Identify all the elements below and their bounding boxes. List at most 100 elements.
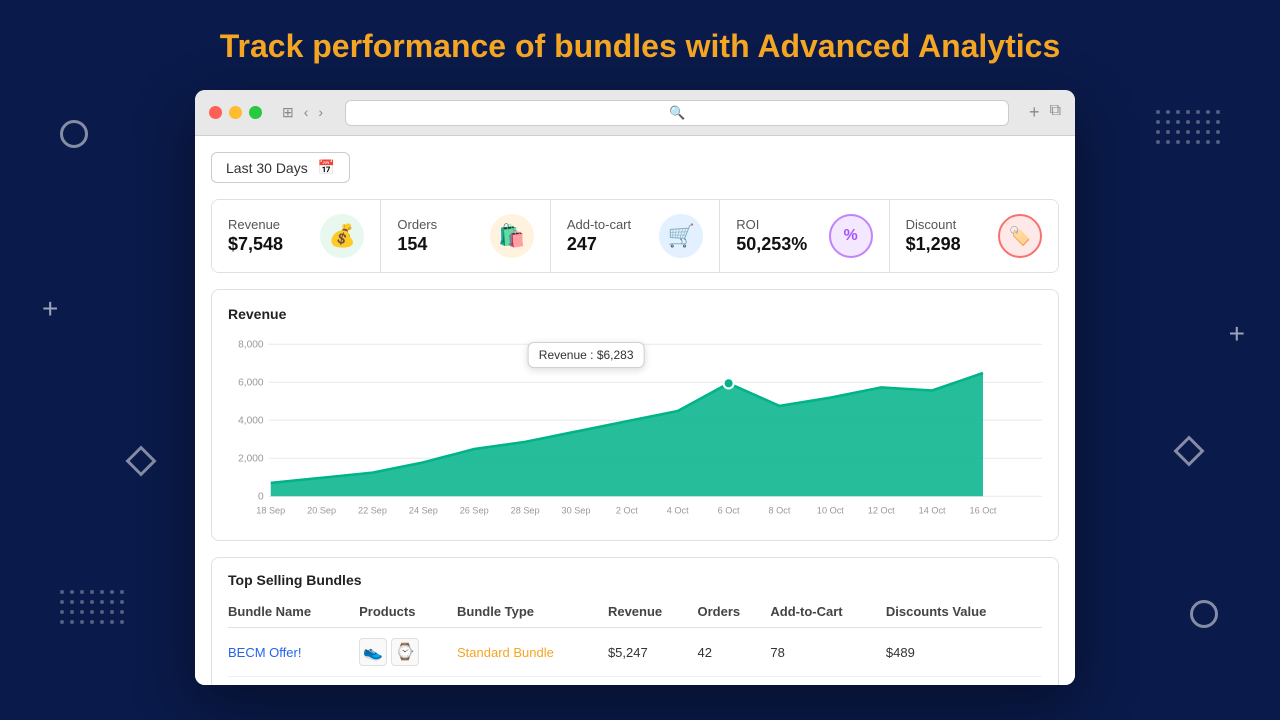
svg-text:2 Oct: 2 Oct bbox=[616, 506, 638, 516]
svg-text:8 Oct: 8 Oct bbox=[769, 506, 791, 516]
svg-text:18 Sep: 18 Sep bbox=[256, 506, 285, 516]
col-products: Products bbox=[359, 598, 457, 628]
stat-info-add-to-cart: Add-to-cart 247 bbox=[567, 217, 631, 255]
svg-text:10 Oct: 10 Oct bbox=[817, 506, 844, 516]
col-orders: Orders bbox=[698, 598, 771, 628]
stat-label-orders: Orders bbox=[397, 217, 437, 232]
stat-card-orders: Orders 154 🛍️ bbox=[381, 200, 550, 272]
product-icon-watch: ⌚ bbox=[391, 638, 419, 666]
svg-text:22 Sep: 22 Sep bbox=[358, 506, 387, 516]
stat-label-discount: Discount bbox=[906, 217, 961, 232]
circle-decoration-1 bbox=[60, 120, 88, 148]
svg-text:28 Sep: 28 Sep bbox=[511, 506, 540, 516]
bundle-products-cell: 👟 ⌚ bbox=[359, 628, 457, 677]
calendar-icon: 📅 bbox=[318, 159, 335, 176]
chart-title: Revenue bbox=[228, 306, 1042, 322]
bundle-name-link[interactable]: BECM Offer! bbox=[228, 645, 301, 660]
top-bundles-title: Top Selling Bundles bbox=[228, 572, 1042, 588]
svg-text:16 Oct: 16 Oct bbox=[970, 506, 997, 516]
svg-text:2,000: 2,000 bbox=[238, 453, 264, 464]
svg-text:4 Oct: 4 Oct bbox=[667, 506, 689, 516]
chart-container: 8,000 6,000 4,000 2,000 0 18 Sep 20 Sep … bbox=[228, 334, 1042, 524]
bundle-orders-cell: 42 bbox=[698, 628, 771, 677]
svg-text:14 Oct: 14 Oct bbox=[919, 506, 946, 516]
diamond-decoration-1 bbox=[130, 450, 152, 472]
dot-grid-1 bbox=[60, 590, 124, 624]
stat-info-orders: Orders 154 bbox=[397, 217, 437, 255]
table-row: BECM Offer! 👟 ⌚ Standard Bundle $5,247 bbox=[228, 628, 1042, 677]
col-revenue: Revenue bbox=[608, 598, 698, 628]
windows-icon[interactable]: ⊞ bbox=[280, 102, 296, 123]
svg-text:12 Oct: 12 Oct bbox=[868, 506, 895, 516]
col-add-to-cart: Add-to-Cart bbox=[770, 598, 885, 628]
stat-icon-add-to-cart: 🛒 bbox=[659, 214, 703, 258]
stat-label-revenue: Revenue bbox=[228, 217, 283, 232]
bundle-revenue-cell: $5,247 bbox=[608, 628, 698, 677]
bundle-type-cell: Standard Bundle bbox=[457, 628, 608, 677]
diamond-decoration-2 bbox=[1178, 440, 1200, 462]
svg-text:24 Sep: 24 Sep bbox=[409, 506, 438, 516]
stat-info-discount: Discount $1,298 bbox=[906, 217, 961, 255]
revenue-chart-svg: 8,000 6,000 4,000 2,000 0 18 Sep 20 Sep … bbox=[228, 334, 1042, 524]
dot-grid-2 bbox=[1156, 110, 1220, 144]
address-bar[interactable]: 🔍 bbox=[345, 100, 1009, 126]
svg-text:6 Oct: 6 Oct bbox=[718, 506, 740, 516]
col-discounts-value: Discounts Value bbox=[886, 598, 1042, 628]
bundle-name-cell: BECM Offer! bbox=[228, 628, 359, 677]
svg-text:0: 0 bbox=[258, 491, 264, 502]
chart-section: Revenue 8,000 6,000 4,000 2,000 0 bbox=[211, 289, 1059, 541]
bundle-type-label: Standard Bundle bbox=[457, 645, 554, 660]
plus-decoration-1: + bbox=[42, 295, 58, 323]
stat-value-revenue: $7,548 bbox=[228, 234, 283, 255]
stat-value-orders: 154 bbox=[397, 234, 437, 255]
stat-icon-roi: % bbox=[829, 214, 873, 258]
top-bundles-tbody: BECM Offer! 👟 ⌚ Standard Bundle $5,247 bbox=[228, 628, 1042, 677]
bundle-discounts-cell: $489 bbox=[886, 628, 1042, 677]
date-filter[interactable]: Last 30 Days 📅 bbox=[211, 152, 350, 183]
stat-info-roi: ROI 50,253% bbox=[736, 217, 807, 255]
page-title: Track performance of bundles with Advanc… bbox=[0, 28, 1280, 65]
forward-icon[interactable]: › bbox=[316, 102, 325, 123]
col-bundle-name: Bundle Name bbox=[228, 598, 359, 628]
new-tab-icon[interactable]: + bbox=[1029, 102, 1040, 123]
stat-value-discount: $1,298 bbox=[906, 234, 961, 255]
plus-decoration-2: + bbox=[1229, 320, 1245, 348]
circle-decoration-2 bbox=[1190, 600, 1218, 628]
minimize-button[interactable] bbox=[229, 106, 242, 119]
svg-text:20 Sep: 20 Sep bbox=[307, 506, 336, 516]
top-bundles-table: Bundle Name Products Bundle Type Revenue… bbox=[228, 598, 1042, 677]
stat-label-add-to-cart: Add-to-cart bbox=[567, 217, 631, 232]
svg-text:6,000: 6,000 bbox=[238, 377, 264, 388]
stat-icon-discount: 🏷️ bbox=[998, 214, 1042, 258]
browser-window: ⊞ ‹ › 🔍 + ⧉ Last 30 Days 📅 Revenue $7,54… bbox=[195, 90, 1075, 685]
col-bundle-type: Bundle Type bbox=[457, 598, 608, 628]
search-icon: 🔍 bbox=[669, 105, 685, 121]
product-icons: 👟 ⌚ bbox=[359, 638, 449, 666]
tabs-icon[interactable]: ⧉ bbox=[1050, 102, 1061, 123]
traffic-lights bbox=[209, 106, 262, 119]
svg-text:8,000: 8,000 bbox=[238, 339, 264, 350]
bundle-atc-cell: 78 bbox=[770, 628, 885, 677]
browser-controls: ⊞ ‹ › bbox=[280, 102, 325, 123]
maximize-button[interactable] bbox=[249, 106, 262, 119]
back-icon[interactable]: ‹ bbox=[302, 102, 311, 123]
top-bundles-thead: Bundle Name Products Bundle Type Revenue… bbox=[228, 598, 1042, 628]
svg-text:30 Sep: 30 Sep bbox=[561, 506, 590, 516]
stat-icon-revenue: 💰 bbox=[320, 214, 364, 258]
stat-info-revenue: Revenue $7,548 bbox=[228, 217, 283, 255]
stat-card-roi: ROI 50,253% % bbox=[720, 200, 889, 272]
stat-label-roi: ROI bbox=[736, 217, 807, 232]
stat-card-discount: Discount $1,298 🏷️ bbox=[890, 200, 1058, 272]
browser-actions: + ⧉ bbox=[1029, 102, 1061, 123]
product-icon-shoe: 👟 bbox=[359, 638, 387, 666]
stat-value-add-to-cart: 247 bbox=[567, 234, 631, 255]
svg-text:26 Sep: 26 Sep bbox=[460, 506, 489, 516]
stat-card-add-to-cart: Add-to-cart 247 🛒 bbox=[551, 200, 720, 272]
svg-text:4,000: 4,000 bbox=[238, 415, 264, 426]
stat-icon-orders: 🛍️ bbox=[490, 214, 534, 258]
close-button[interactable] bbox=[209, 106, 222, 119]
stat-card-revenue: Revenue $7,548 💰 bbox=[212, 200, 381, 272]
browser-toolbar: ⊞ ‹ › 🔍 + ⧉ bbox=[195, 90, 1075, 136]
stats-row: Revenue $7,548 💰 Orders 154 🛍️ bbox=[211, 199, 1059, 273]
top-bundles-section: Top Selling Bundles Bundle Name Products… bbox=[211, 557, 1059, 685]
